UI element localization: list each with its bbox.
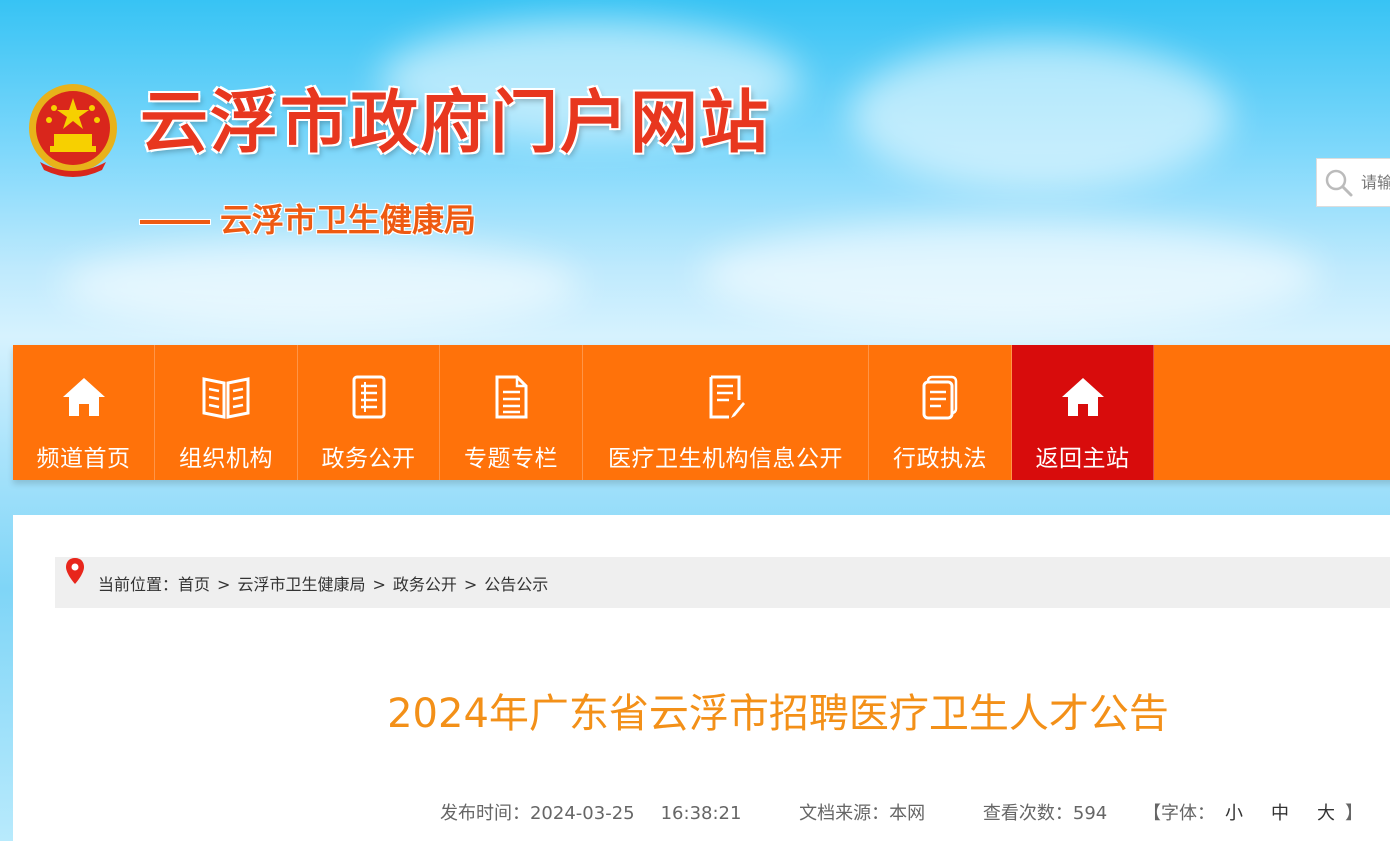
publish-time: 发布时间：2024-03-25 16:38:21: [414, 803, 741, 824]
nav-item-return-main-site[interactable]: 返回主站: [1012, 345, 1154, 480]
document-list-icon: [349, 373, 389, 421]
cloud-decoration: [850, 40, 1230, 190]
breadcrumb-government-affairs[interactable]: 政务公开: [393, 575, 457, 594]
font-label: 【字体：: [1143, 803, 1215, 824]
nav-item-government-affairs[interactable]: 政务公开: [298, 345, 440, 480]
nav-label: 返回主站: [1035, 446, 1130, 472]
site-title: 云浮市政府门户网站: [140, 84, 771, 163]
font-medium-button[interactable]: 中: [1271, 803, 1289, 824]
cloud-decoration: [700, 220, 1320, 330]
view-count: 查看次数：594: [957, 803, 1107, 824]
breadcrumb-health-bureau[interactable]: 云浮市卫生健康局: [237, 575, 365, 594]
department-name: 云浮市卫生健康局: [140, 195, 476, 241]
article-title: 2024年广东省云浮市招聘医疗卫生人才公告: [387, 691, 1169, 737]
notes-icon: [491, 373, 531, 421]
search-icon[interactable]: [1317, 168, 1361, 198]
publish-clock: 16:38:21: [660, 803, 742, 824]
nav-label: 政务公开: [321, 446, 416, 472]
source-label: 文档来源：: [799, 803, 890, 824]
search-input[interactable]: [1361, 173, 1390, 192]
publish-date: 2024-03-25: [529, 803, 635, 824]
main-nav: 频道首页 组织机构 政务公开 专题专栏 医疗卫生机构信息公开 行政执法 返回主站: [13, 345, 1390, 480]
breadcrumb-separator: >: [372, 574, 386, 594]
content-panel: 当前位置：首页 > 云浮市卫生健康局 > 政务公开 > 公告公示 2024年广东省云浮市招聘…: [13, 515, 1390, 855]
nav-item-medical-info-disclosure[interactable]: 医疗卫生机构信息公开: [583, 345, 869, 480]
font-size-controls: 【字体： 小 中 大】: [1143, 803, 1363, 824]
views-label: 查看次数：: [982, 803, 1073, 824]
nav-label: 医疗卫生机构信息公开: [608, 446, 843, 472]
file-icon: [919, 373, 961, 421]
department-name-text: 云浮市卫生健康局: [220, 201, 477, 239]
breadcrumb-announcements[interactable]: 公告公示: [484, 575, 548, 594]
document-source: 文档来源：本网: [773, 803, 925, 824]
national-emblem-icon: [24, 80, 122, 180]
breadcrumb-separator: >: [217, 574, 231, 594]
home-icon: [60, 373, 108, 421]
article-meta: 发布时间：2024-03-25 16:38:21 文档来源：本网 查看次数：594…: [414, 799, 1363, 825]
home-icon: [1059, 373, 1107, 421]
nav-item-administrative-enforcement[interactable]: 行政执法: [869, 345, 1012, 480]
publish-label: 发布时间：: [439, 803, 530, 824]
nav-label: 组织机构: [179, 446, 273, 472]
title-dash: [140, 220, 210, 224]
nav-item-organization[interactable]: 组织机构: [155, 345, 298, 480]
source-value: 本网: [889, 803, 926, 824]
book-icon: [201, 373, 251, 421]
breadcrumb: 当前位置：首页 > 云浮市卫生健康局 > 政务公开 > 公告公示: [55, 557, 1390, 608]
breadcrumb-prefix: 当前位置：: [98, 574, 179, 594]
search-box[interactable]: [1316, 158, 1390, 207]
nav-label: 行政执法: [893, 446, 987, 472]
nav-item-channel-home[interactable]: 频道首页: [13, 345, 155, 480]
views-value: 594: [1072, 803, 1108, 824]
cloud-decoration: [60, 240, 580, 330]
font-large-button[interactable]: 大: [1317, 803, 1335, 824]
font-label-close: 】: [1345, 803, 1363, 824]
font-small-button[interactable]: 小: [1225, 803, 1243, 824]
breadcrumb-home[interactable]: 首页: [178, 575, 210, 594]
nav-label: 频道首页: [36, 446, 131, 472]
edit-document-icon: [705, 373, 747, 421]
nav-item-special-topics[interactable]: 专题专栏: [440, 345, 583, 480]
nav-label: 专题专栏: [464, 446, 558, 472]
breadcrumb-separator: >: [463, 574, 478, 594]
location-pin-icon: [65, 557, 85, 589]
